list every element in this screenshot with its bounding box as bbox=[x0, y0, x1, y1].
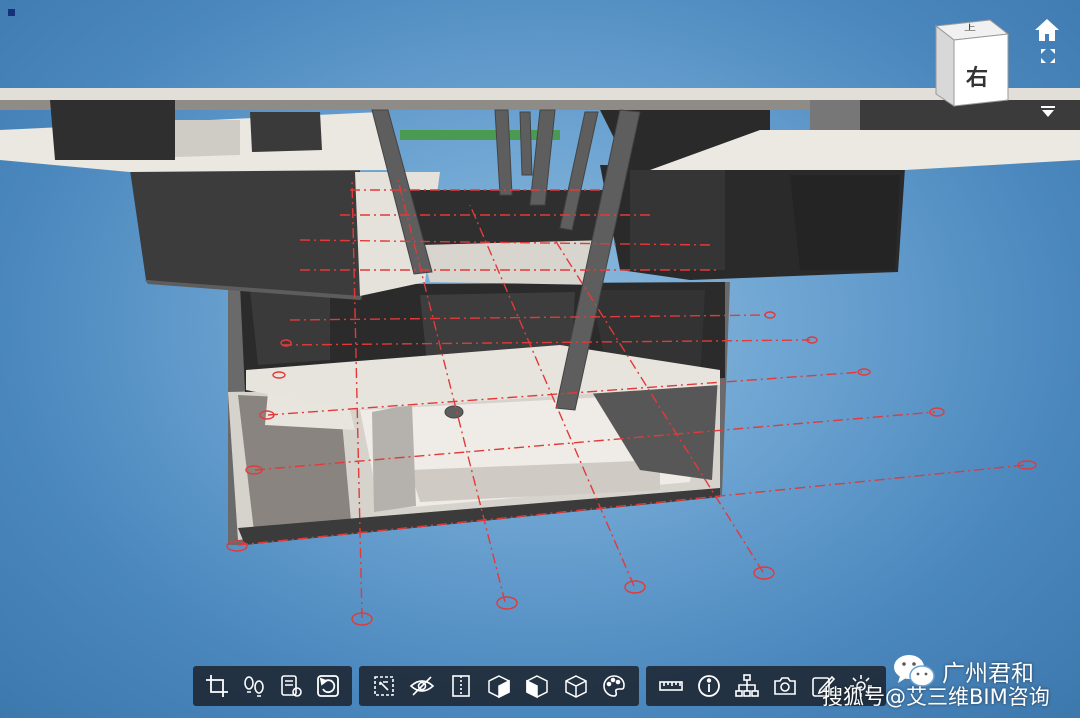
toolbar-group-model bbox=[359, 666, 639, 706]
bim-3d-viewport[interactable] bbox=[0, 0, 1080, 718]
cube-right-face-label[interactable]: 右 bbox=[966, 60, 988, 92]
reset-rotate-icon[interactable] bbox=[309, 668, 346, 704]
cube-hide-icon[interactable] bbox=[518, 668, 556, 704]
crop-section-icon[interactable] bbox=[199, 668, 236, 704]
dropdown-arrow-icon[interactable] bbox=[1040, 104, 1056, 120]
palette-icon[interactable] bbox=[595, 668, 633, 704]
view-cube[interactable]: 上 右 bbox=[930, 16, 1012, 108]
box-select-icon[interactable] bbox=[365, 668, 403, 704]
cube-wireframe-icon[interactable] bbox=[556, 668, 594, 704]
toolbar-group-navigation bbox=[193, 666, 352, 706]
tree-structure-icon[interactable] bbox=[728, 668, 766, 704]
walk-footsteps-icon[interactable] bbox=[236, 668, 273, 704]
eye-visibility-icon[interactable] bbox=[403, 668, 441, 704]
corner-marker bbox=[8, 9, 15, 16]
info-icon[interactable] bbox=[690, 668, 728, 704]
cube-isolate-icon[interactable] bbox=[480, 668, 518, 704]
watermark-source-text: 搜狐号@艾三维BIM咨询 bbox=[822, 685, 1050, 709]
properties-document-icon[interactable] bbox=[273, 668, 310, 704]
camera-icon[interactable] bbox=[766, 668, 804, 704]
section-plane-icon[interactable] bbox=[442, 668, 480, 704]
upper-level bbox=[130, 165, 905, 300]
ruler-measure-icon[interactable] bbox=[652, 668, 690, 704]
home-icon[interactable] bbox=[1034, 18, 1060, 42]
fit-view-icon[interactable] bbox=[1040, 48, 1056, 64]
cube-top-face-label[interactable]: 上 bbox=[964, 22, 976, 32]
